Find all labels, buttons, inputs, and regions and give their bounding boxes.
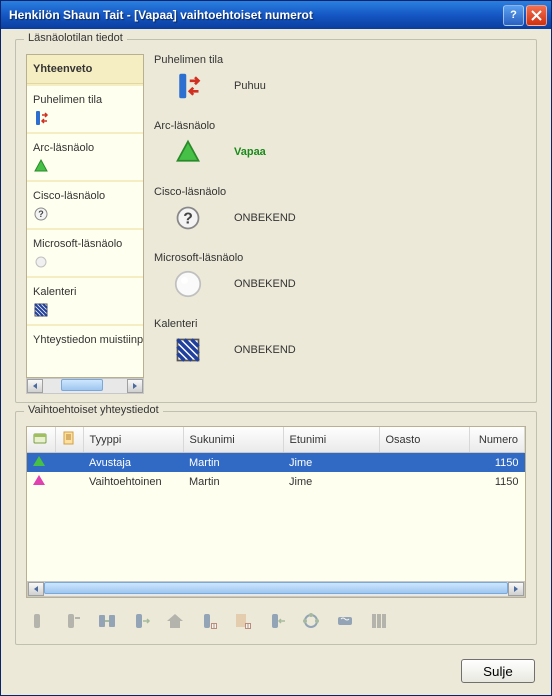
tool-retrieve[interactable] xyxy=(264,608,290,634)
sidebar-item-summary[interactable]: Yhteenveto xyxy=(27,55,143,84)
detail-value-arc: Vapaa xyxy=(234,146,266,158)
close-button[interactable]: Sulje xyxy=(461,659,535,683)
triangle-green-icon xyxy=(172,136,204,168)
detail-label-cal: Kalenteri xyxy=(154,318,526,330)
presence-legend: Läsnäolotilan tiedot xyxy=(24,32,127,44)
hatch-square-icon xyxy=(33,302,49,318)
row-doc-icon xyxy=(55,453,83,473)
cell-last: Martin xyxy=(183,472,283,491)
table-row[interactable]: AvustajaMartinJime 1150 xyxy=(27,453,525,473)
alt-contacts-legend: Vaihtoehtoiset yhteystiedot xyxy=(24,404,163,416)
scroll-left-button[interactable] xyxy=(28,582,44,596)
detail-value-ms: ONBEKEND xyxy=(234,278,296,290)
tool-conference[interactable] xyxy=(298,608,324,634)
cell-type: Vaihtoehtoinen xyxy=(83,472,183,491)
help-button[interactable]: ? xyxy=(503,5,524,26)
window-title: Henkilön Shaun Tait - [Vapaa] vaihtoehto… xyxy=(9,8,501,22)
cell-dept xyxy=(379,453,469,473)
tool-record[interactable] xyxy=(332,608,358,634)
detail-label-ms: Microsoft-läsnäolo xyxy=(154,252,526,264)
detail-value-phone: Puhuu xyxy=(234,80,266,92)
sidebar-item-cal[interactable]: Kalenteri xyxy=(27,280,143,300)
tool-transfer[interactable] xyxy=(128,608,154,634)
phone-arrows-icon xyxy=(33,110,49,126)
question-circle-icon: ? xyxy=(172,202,204,234)
phone-arrows-icon xyxy=(172,70,204,102)
cell-num: 1150 xyxy=(469,472,525,491)
triangle-green-icon xyxy=(33,158,49,174)
col-dept[interactable]: Osasto xyxy=(379,427,469,453)
cell-dept xyxy=(379,472,469,491)
tool-call[interactable] xyxy=(60,608,86,634)
sidebar-item-cisco[interactable]: Cisco-läsnäolo xyxy=(27,184,143,204)
detail-value-cal: ONBEKEND xyxy=(234,344,296,356)
cell-first: Jime xyxy=(283,472,379,491)
scroll-thumb[interactable] xyxy=(44,582,508,594)
tool-consult[interactable] xyxy=(94,608,120,634)
col-icon2[interactable] xyxy=(55,427,83,453)
table-hscrollbar[interactable] xyxy=(27,581,525,597)
alt-contacts-table[interactable]: Tyyppi Sukunimi Etunimi Osasto Numero Av… xyxy=(26,426,526,598)
document-icon xyxy=(62,431,76,445)
close-icon xyxy=(531,10,542,21)
col-num[interactable]: Numero xyxy=(469,427,525,453)
alt-contacts-groupbox: Vaihtoehtoiset yhteystiedot Tyyppi Sukun… xyxy=(15,411,537,645)
presence-sidebar[interactable]: Yhteenveto Puhelimen tila Arc-läsnäolo C… xyxy=(26,54,144,378)
col-type[interactable]: Tyyppi xyxy=(83,427,183,453)
cell-first: Jime xyxy=(283,453,379,473)
scroll-right-button[interactable] xyxy=(127,379,143,393)
presence-details: Puhelimen tila Puhuu Arc-läsnäolo xyxy=(154,54,526,394)
titlebar[interactable]: Henkilön Shaun Tait - [Vapaa] vaihtoehto… xyxy=(1,1,551,29)
detail-label-phone: Puhelimen tila xyxy=(154,54,526,66)
sidebar-item-note[interactable]: Yhteystiedon muistiinpa xyxy=(27,328,143,348)
row-doc-icon xyxy=(55,472,83,491)
presence-dot-icon xyxy=(33,254,49,270)
hatch-square-icon xyxy=(172,334,204,366)
sidebar-item-ms[interactable]: Microsoft-läsnäolo xyxy=(27,232,143,252)
table-header-row[interactable]: Tyyppi Sukunimi Etunimi Osasto Numero xyxy=(27,427,525,453)
detail-value-cisco: ONBEKEND xyxy=(234,212,296,224)
close-window-button[interactable] xyxy=(526,5,547,26)
col-first[interactable]: Etunimi xyxy=(283,427,379,453)
table-row[interactable]: VaihtoehtoinenMartinJime 1150 xyxy=(27,472,525,491)
cell-type: Avustaja xyxy=(83,453,183,473)
question-circle-icon: ? xyxy=(33,206,49,222)
presence-groupbox: Läsnäolotilan tiedot Yhteenveto Puhelime… xyxy=(15,39,537,403)
detail-label-cisco: Cisco-läsnäolo xyxy=(154,186,526,198)
sidebar-hscrollbar[interactable] xyxy=(26,378,144,394)
row-presence-icon xyxy=(27,472,55,491)
col-last[interactable]: Sukunimi xyxy=(183,427,283,453)
svg-text:?: ? xyxy=(183,210,193,227)
column-icon xyxy=(33,431,47,445)
content-area: Läsnäolotilan tiedot Yhteenveto Puhelime… xyxy=(1,29,551,695)
tool-home[interactable] xyxy=(162,608,188,634)
row-presence-icon xyxy=(27,453,55,473)
cell-num: 1150 xyxy=(469,453,525,473)
sidebar-item-arc[interactable]: Arc-läsnäolo xyxy=(27,136,143,156)
cell-last: Martin xyxy=(183,453,283,473)
scroll-left-button[interactable] xyxy=(27,379,43,393)
col-icon1[interactable] xyxy=(27,427,55,453)
scroll-right-button[interactable] xyxy=(508,582,524,596)
svg-text:?: ? xyxy=(38,209,44,219)
sidebar-item-phone[interactable]: Puhelimen tila xyxy=(27,88,143,108)
tool-hold[interactable] xyxy=(196,608,222,634)
scroll-thumb[interactable] xyxy=(61,379,103,391)
presence-dot-icon xyxy=(172,268,204,300)
tool-hold-note[interactable] xyxy=(230,608,256,634)
tool-park[interactable] xyxy=(366,608,392,634)
detail-label-arc: Arc-läsnäolo xyxy=(154,120,526,132)
dialog-footer: Sulje xyxy=(15,653,537,683)
contacts-toolbar xyxy=(26,602,526,636)
dialog-window: Henkilön Shaun Tait - [Vapaa] vaihtoehto… xyxy=(0,0,552,696)
tool-answer[interactable] xyxy=(26,608,52,634)
